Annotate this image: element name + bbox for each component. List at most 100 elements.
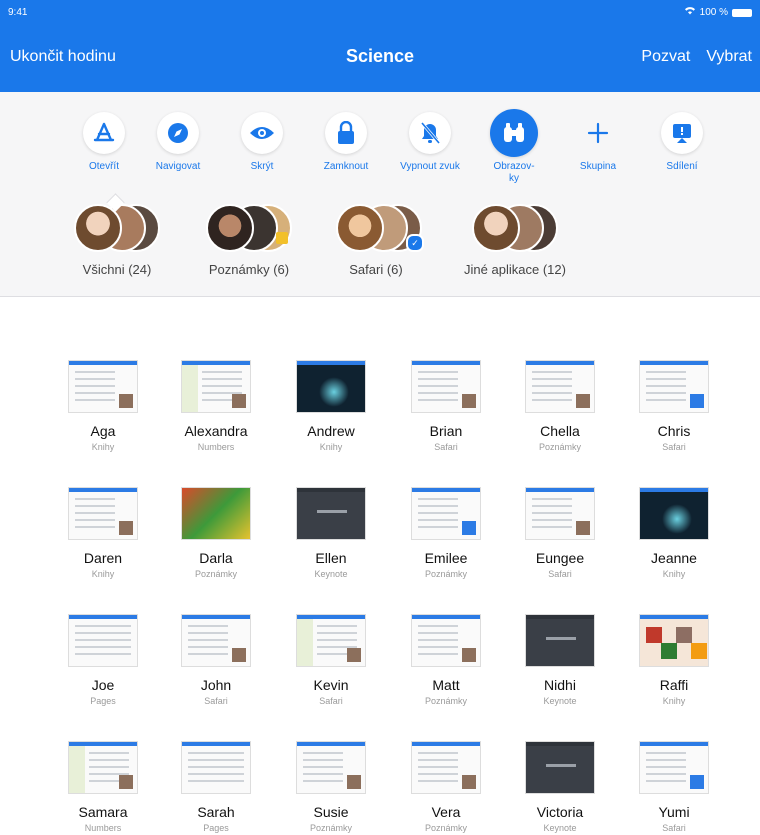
student-app: Poznámky — [194, 569, 238, 579]
group-all[interactable]: Všichni (24) — [72, 204, 162, 277]
student-name: Vera — [431, 804, 461, 820]
student-tile[interactable]: Samara Numbers — [48, 741, 158, 833]
student-app: Knihy — [91, 569, 115, 579]
student-tile[interactable]: Emilee Poznámky — [391, 487, 501, 579]
student-tile[interactable]: Ellen Keynote — [276, 487, 386, 579]
student-tile[interactable]: Matt Poznámky — [391, 614, 501, 706]
student-app: Safari — [434, 442, 458, 452]
student-app: Knihy — [91, 442, 115, 452]
avatar-stack: ✓ — [336, 204, 424, 254]
student-app: Numbers — [84, 823, 122, 833]
share-action[interactable]: Sdílení — [642, 112, 722, 173]
student-app: Keynote — [543, 823, 577, 833]
group-row: Všichni (24) Poznámky (6) ✓ Safari (6) J… — [0, 204, 760, 284]
student-tile[interactable]: John Safari — [161, 614, 271, 706]
plus-icon — [577, 112, 619, 154]
wifi-icon — [684, 6, 696, 20]
student-tile[interactable]: Darla Poznámky — [161, 487, 271, 579]
screen-thumbnail — [181, 741, 251, 794]
student-app: Safari — [662, 823, 686, 833]
mute-action-label: Vypnout zvuk — [400, 161, 460, 172]
student-app: Pages — [90, 696, 116, 706]
student-tile[interactable]: Eungee Safari — [505, 487, 615, 579]
group-notes[interactable]: Poznámky (6) — [198, 204, 300, 277]
student-name: Eungee — [535, 550, 585, 566]
hide-action[interactable]: Skrýt — [222, 112, 302, 173]
screen-thumbnail — [639, 614, 709, 667]
student-name: Brian — [429, 423, 463, 439]
student-tile[interactable]: Daren Knihy — [48, 487, 158, 579]
status-time: 9:41 — [8, 7, 28, 18]
invite-button[interactable]: Pozvat — [641, 48, 690, 66]
screens-action[interactable]: Obrazov-ky — [474, 109, 554, 185]
student-tile[interactable]: Alexandra Numbers — [161, 360, 271, 452]
lock-action-label: Zamknout — [323, 161, 369, 172]
navigate-action[interactable]: Navigovat — [138, 112, 218, 173]
screen-thumbnail — [525, 360, 595, 413]
student-tile[interactable]: Aga Knihy — [48, 360, 158, 452]
nav-right-actions: Pozvat Vybrat — [641, 48, 752, 66]
screen-thumbnail — [525, 487, 595, 540]
student-tile[interactable]: Susie Poznámky — [276, 741, 386, 833]
group-action[interactable]: Skupina — [558, 112, 638, 173]
select-button[interactable]: Vybrat — [706, 48, 752, 66]
lock-icon — [325, 112, 367, 154]
student-tile[interactable]: Kevin Safari — [276, 614, 386, 706]
battery-icon — [732, 9, 752, 17]
screen-thumbnail — [296, 614, 366, 667]
student-name: Susie — [313, 804, 349, 820]
student-tile[interactable]: Nidhi Keynote — [505, 614, 615, 706]
screen-thumbnail — [181, 487, 251, 540]
student-tile[interactable]: Chris Safari — [619, 360, 729, 452]
student-name: Aga — [90, 423, 116, 439]
student-tile[interactable]: Joe Pages — [48, 614, 158, 706]
screen-thumbnail — [411, 741, 481, 794]
screen-thumbnail — [525, 741, 595, 794]
screen-thumbnail — [525, 614, 595, 667]
avatar-stack — [74, 204, 160, 254]
lock-action[interactable]: Zamknout — [306, 112, 386, 173]
safari-badge-icon: ✓ — [406, 234, 424, 252]
group-all-label: Všichni (24) — [82, 262, 152, 277]
mute-action[interactable]: Vypnout zvuk — [390, 112, 470, 173]
student-tile[interactable]: Victoria Keynote — [505, 741, 615, 833]
screens-action-label: Obrazov-ky — [493, 161, 535, 184]
student-name: Daren — [83, 550, 123, 566]
student-tile[interactable]: Yumi Safari — [619, 741, 729, 833]
screen-thumbnail — [68, 741, 138, 794]
student-tile[interactable]: Vera Poznámky — [391, 741, 501, 833]
student-tile[interactable]: Raffi Knihy — [619, 614, 729, 706]
open-action[interactable]: Otevřít — [64, 112, 144, 173]
student-name: Matt — [432, 677, 460, 693]
eye-icon — [241, 112, 283, 154]
screen-thumbnail — [411, 614, 481, 667]
notes-badge-icon — [276, 232, 288, 244]
screen-thumbnail — [411, 487, 481, 540]
bell-slash-icon — [409, 112, 451, 154]
student-app: Safari — [662, 442, 686, 452]
student-tile[interactable]: Brian Safari — [391, 360, 501, 452]
student-app: Numbers — [197, 442, 235, 452]
avatar-stack — [206, 204, 292, 254]
student-tile[interactable]: Andrew Knihy — [276, 360, 386, 452]
student-app: Keynote — [543, 696, 577, 706]
student-name: Chris — [657, 423, 691, 439]
student-tile[interactable]: Sarah Pages — [161, 741, 271, 833]
student-app: Safari — [319, 696, 343, 706]
group-safari[interactable]: ✓ Safari (6) — [336, 204, 424, 277]
student-tile[interactable]: Jeanne Knihy — [619, 487, 729, 579]
student-name: Yumi — [658, 804, 690, 820]
student-name: John — [200, 677, 232, 693]
screen-thumbnail — [296, 360, 366, 413]
student-app: Safari — [548, 569, 572, 579]
navigation-bar: 9:41 100 % Ukončit hodinu Science Pozvat… — [0, 0, 760, 92]
student-name: Jeanne — [651, 550, 697, 566]
status-bar: 9:41 100 % — [8, 6, 752, 20]
group-action-label: Skupina — [579, 161, 617, 172]
avatar — [336, 204, 384, 252]
share-action-label: Sdílení — [666, 161, 698, 172]
student-name: Sarah — [197, 804, 235, 820]
screen-thumbnail — [68, 487, 138, 540]
group-other-apps[interactable]: Jiné aplikace (12) — [450, 204, 580, 277]
student-tile[interactable]: Chella Poznámky — [505, 360, 615, 452]
